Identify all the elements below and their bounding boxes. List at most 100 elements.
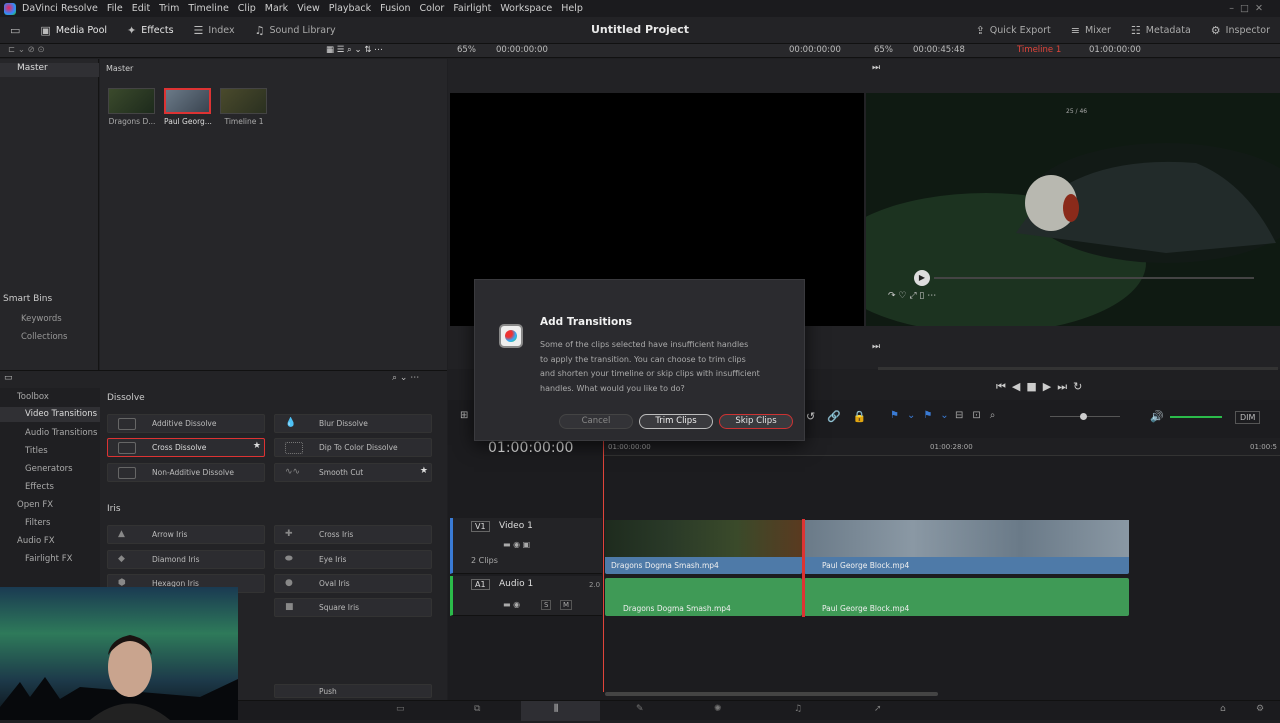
menu-clip[interactable]: Clip [238, 3, 256, 14]
edit-point-marker[interactable] [802, 519, 805, 617]
viewer-jog-bar[interactable] [878, 367, 1278, 370]
marker-flag-icons[interactable]: ⚑⌄⚑⌄ [890, 410, 957, 421]
grid-view-icon[interactable]: ▦ ☰ ⌕ ⌄ ⇅ ⋯ [326, 45, 383, 55]
menu-file[interactable]: File [107, 3, 123, 14]
video-clip-paul-george[interactable]: Paul George Block.mp4 [804, 520, 1129, 574]
viewer-skip-icon[interactable]: ⏭ [872, 63, 880, 73]
favorite-star-icon[interactable]: ★ [420, 466, 428, 476]
search-icon[interactable]: ⌕ ⌄ ⋯ [392, 373, 419, 383]
a1-tag[interactable]: A1 [471, 579, 490, 590]
tree-toolbox[interactable]: Toolbox [17, 392, 49, 402]
tree-open-fx[interactable]: Open FX [17, 500, 53, 510]
tree-audio-transitions[interactable]: Audio Transitions [25, 428, 97, 438]
volume-icon[interactable]: 🔊 [1150, 410, 1164, 423]
video-play-icon[interactable]: ▶ [914, 270, 930, 286]
home-icon[interactable]: ⌂ [1220, 704, 1226, 714]
video-clip-dragons[interactable]: Dragons Dogma Smash.mp4 [605, 520, 802, 574]
mute-button[interactable]: M [560, 600, 573, 610]
window-controls-icon[interactable]: – □ ✕ [1229, 3, 1263, 14]
solo-button[interactable]: S [541, 600, 552, 610]
tree-video-transitions[interactable]: Video Transitions [0, 407, 100, 422]
fusion-page-icon[interactable]: ✎ [636, 704, 644, 714]
fx-cross-dissolve[interactable]: Cross Dissolve ★ [107, 438, 265, 457]
tree-fairlight-fx[interactable]: Fairlight FX [25, 554, 72, 564]
skip-clips-button[interactable]: Skip Clips [719, 414, 793, 429]
panel-toggle-icon[interactable]: ▭ [4, 373, 13, 383]
tree-titles[interactable]: Titles [25, 446, 48, 456]
pool-toolbar-icons[interactable]: ⊏ ⌄ ⊘ ⊙ [8, 45, 45, 55]
right-viewer-zoom[interactable]: 65% [874, 45, 893, 55]
timeline-thumb[interactable] [220, 88, 267, 114]
fx-diamond-iris[interactable]: ◆ Diamond Iris [107, 550, 265, 569]
audio-clip-dragons[interactable]: Dragons Dogma Smash.mp4 [605, 578, 802, 616]
v1-controls-icons[interactable]: ▬ ◉ ▣ [503, 540, 530, 549]
menu-trim[interactable]: Trim [159, 3, 179, 14]
sound-library-button[interactable]: ♫ Sound Library [245, 17, 346, 44]
edit-page-tab[interactable]: ⫼ [521, 701, 600, 721]
fx-smooth-cut[interactable]: ∿∿ Smooth Cut ★ [274, 463, 432, 482]
tree-filters[interactable]: Filters [25, 518, 50, 528]
bin-master[interactable]: Master [0, 63, 99, 77]
menu-workspace[interactable]: Workspace [500, 3, 552, 14]
fx-dip-to-color[interactable]: Dip To Color Dissolve [274, 438, 432, 457]
tree-audio-fx[interactable]: Audio FX [17, 536, 55, 546]
menu-playback[interactable]: Playback [329, 3, 371, 14]
menu-fairlight[interactable]: Fairlight [453, 3, 491, 14]
workspace-toggle[interactable]: ▭ [0, 17, 30, 44]
smart-bin-keywords[interactable]: Keywords [21, 314, 62, 324]
volume-slider[interactable] [1170, 416, 1222, 418]
menu-mark[interactable]: Mark [265, 3, 288, 14]
settings-gear-icon[interactable]: ⚙ [1256, 704, 1264, 714]
viewer-skip-icon-2[interactable]: ⏭ [872, 342, 880, 352]
a1-controls-icons[interactable]: ▬ ◉ [503, 600, 520, 609]
favorite-star-icon[interactable]: ★ [253, 441, 261, 451]
menu-edit[interactable]: Edit [132, 3, 150, 14]
menu-help[interactable]: Help [561, 3, 583, 14]
fx-push[interactable]: Push [274, 684, 432, 698]
fx-blur-dissolve[interactable]: 💧 Blur Dissolve [274, 414, 432, 433]
deliver-page-icon[interactable]: ➚ [874, 704, 882, 714]
menu-timeline[interactable]: Timeline [188, 3, 228, 14]
menu-fusion[interactable]: Fusion [380, 3, 410, 14]
fx-square-iris[interactable]: ■ Square Iris [274, 598, 432, 617]
color-page-icon[interactable]: ✺ [714, 704, 722, 714]
fx-additive-dissolve[interactable]: Additive Dissolve [107, 414, 265, 433]
video-action-icons[interactable]: ↷ ♡ ⤢ ▯ ⋯ [888, 291, 936, 301]
video-scrub-bar[interactable] [934, 277, 1254, 279]
media-pool-button[interactable]: ▣ Media Pool [30, 17, 117, 44]
fx-arrow-iris[interactable]: ▲ Arrow Iris [107, 525, 265, 544]
tree-generators[interactable]: Generators [25, 464, 73, 474]
zoom-icons[interactable]: ⊟⊡⌕ [955, 410, 1004, 421]
menu-color[interactable]: Color [420, 3, 445, 14]
edit-tools-icons[interactable]: ↺🔗🔒 [806, 410, 879, 423]
fx-cross-iris[interactable]: ✚ Cross Iris [274, 525, 432, 544]
media-page-icon[interactable]: ▭ [396, 704, 405, 714]
cut-page-icon[interactable]: ⧉ [474, 704, 480, 714]
dim-button[interactable]: DIM [1235, 411, 1261, 424]
trim-clips-button[interactable]: Trim Clips [639, 414, 713, 429]
smart-bin-collections[interactable]: Collections [21, 332, 67, 342]
timeline-scrollbar[interactable] [605, 692, 938, 696]
clip-thumb-dragons[interactable] [108, 88, 155, 114]
mixer-button[interactable]: ≡ Mixer [1061, 17, 1121, 44]
zoom-slider-knob[interactable] [1080, 413, 1087, 420]
tree-effects[interactable]: Effects [25, 482, 54, 492]
v1-tag[interactable]: V1 [471, 521, 490, 532]
inspector-button[interactable]: ⚙ Inspector [1201, 17, 1280, 44]
audio-clip-paul-george[interactable]: Paul George Block.mp4 [804, 578, 1129, 616]
metadata-button[interactable]: ☷ Metadata [1121, 17, 1201, 44]
quick-export-button[interactable]: ⇪ Quick Export [966, 17, 1061, 44]
fx-non-additive-dissolve[interactable]: Non-Additive Dissolve [107, 463, 265, 482]
fx-eye-iris[interactable]: ⬬ Eye Iris [274, 550, 432, 569]
playhead[interactable] [603, 440, 604, 692]
transport-controls[interactable]: ⏮◀■▶⏭↻ [996, 380, 1088, 394]
menu-view[interactable]: View [297, 3, 320, 14]
timeline-name-dropdown[interactable]: Timeline 1 [1017, 45, 1061, 55]
left-viewer-zoom[interactable]: 65% [457, 45, 476, 55]
timeline-viewer[interactable]: 25 / 46 ▶ ↷ ♡ ⤢ ▯ ⋯ [826, 93, 1280, 333]
clip-thumb-paul-george[interactable] [164, 88, 211, 114]
fx-oval-iris[interactable]: ● Oval Iris [274, 574, 432, 593]
cancel-button[interactable]: Cancel [559, 414, 633, 429]
index-button[interactable]: ☰ Index [184, 17, 245, 44]
effects-button[interactable]: ✦ Effects [117, 17, 184, 44]
